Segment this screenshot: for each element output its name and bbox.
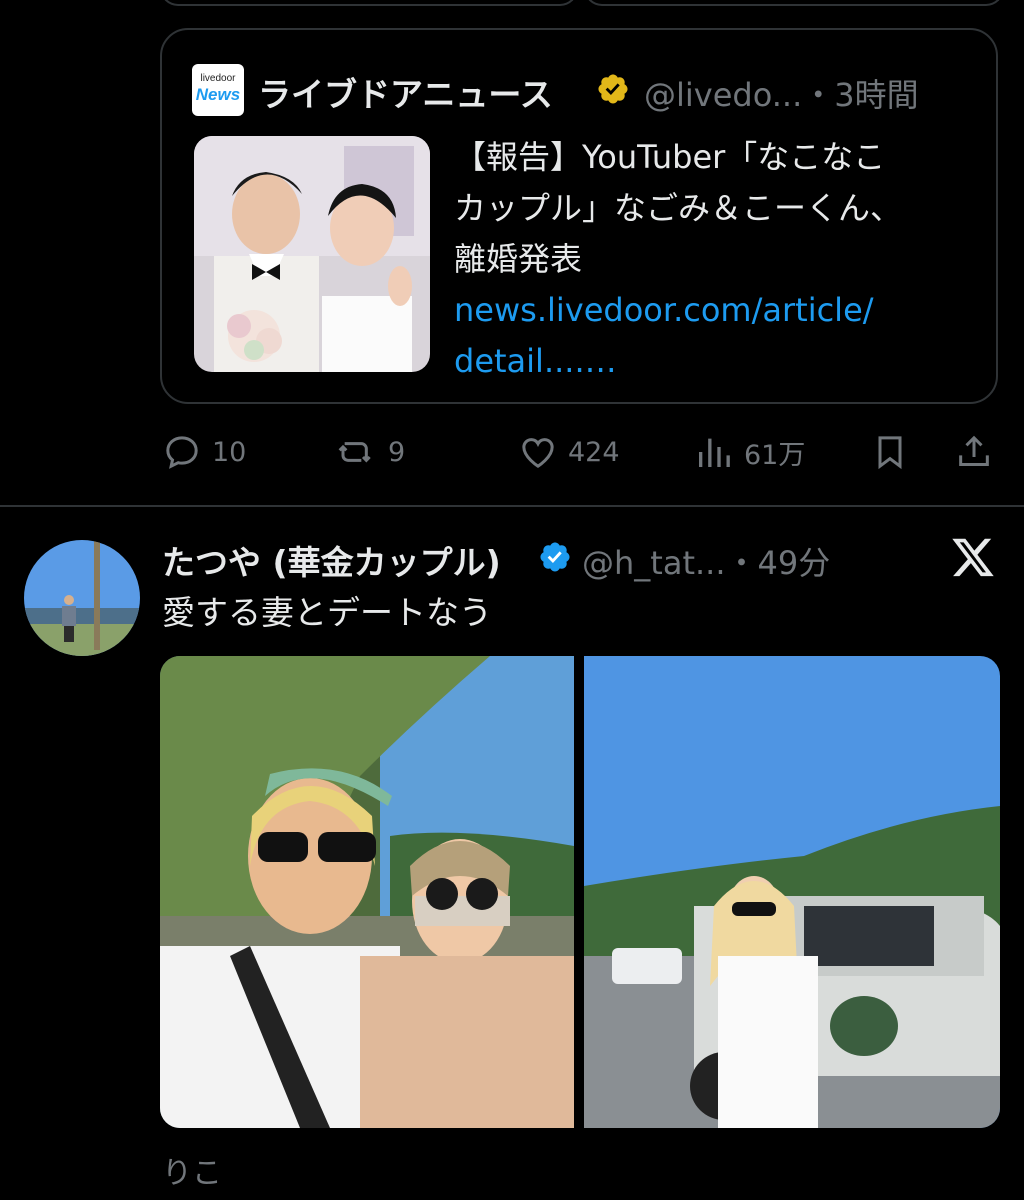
analytics-icon [699, 438, 730, 467]
views-button[interactable]: 61万 [694, 430, 805, 474]
quoted-thumbnail-image[interactable] [194, 136, 430, 372]
wedding-photo [194, 136, 430, 372]
reply-count: 10 [212, 436, 247, 468]
tweet-divider [0, 505, 1024, 507]
like-button[interactable]: 424 [518, 430, 620, 474]
heart-icon [522, 438, 554, 468]
quoted-author-name[interactable]: ライブドアニュース [258, 68, 553, 116]
bookmark-icon [878, 436, 902, 470]
retweet-icon [338, 442, 371, 463]
avatar[interactable] [24, 540, 140, 656]
tweet-text[interactable]: 愛する妻とデートなう [162, 586, 492, 634]
views-count: 61万 [744, 439, 806, 471]
quoted-text-line: 【報告】YouTuber「なこなこ [454, 138, 886, 176]
quoted-text-line: 離婚発表 [454, 240, 583, 278]
tweet-handle-time[interactable]: @h_tat...・49分 [582, 538, 830, 584]
like-count: 424 [568, 436, 620, 468]
tweet-photo-1[interactable] [160, 656, 574, 1128]
retweet-button[interactable]: 9 [338, 430, 405, 474]
share-icon [959, 435, 989, 466]
share-button[interactable] [954, 430, 994, 474]
parking-lot-photo [584, 656, 1000, 1128]
verified-gold-icon [598, 74, 628, 104]
selfie-photo [160, 656, 574, 1128]
quoted-post-text[interactable]: 【報告】YouTuber「なこなこ カップル」なごみ＆こーくん、 離婚発表 ne… [454, 132, 974, 387]
avatar-photo [24, 540, 140, 656]
photo-caption: りこ [162, 1156, 222, 1191]
quoted-text-line: カップル」なごみ＆こーくん、 [454, 189, 903, 227]
livedoor-news-logo: livedoor News [192, 64, 244, 116]
article-link[interactable]: news.livedoor.com/article/ [454, 285, 974, 336]
article-link-continuation[interactable]: detail....… [454, 336, 974, 387]
quoted-handle-time[interactable]: @livedo...・3時間 [644, 70, 919, 116]
tweet-author-name[interactable]: たつや (華金カップル) [162, 536, 501, 584]
verified-blue-icon [540, 542, 570, 572]
bookmark-button[interactable] [870, 430, 910, 474]
retweet-count: 9 [388, 436, 406, 468]
reply-icon [166, 436, 198, 469]
tweet-photo-2[interactable] [584, 656, 1000, 1128]
previous-media-left[interactable] [160, 0, 578, 6]
reply-button[interactable]: 10 [162, 430, 246, 474]
x-logo-icon[interactable] [950, 534, 996, 580]
previous-media-right[interactable] [584, 0, 1004, 6]
